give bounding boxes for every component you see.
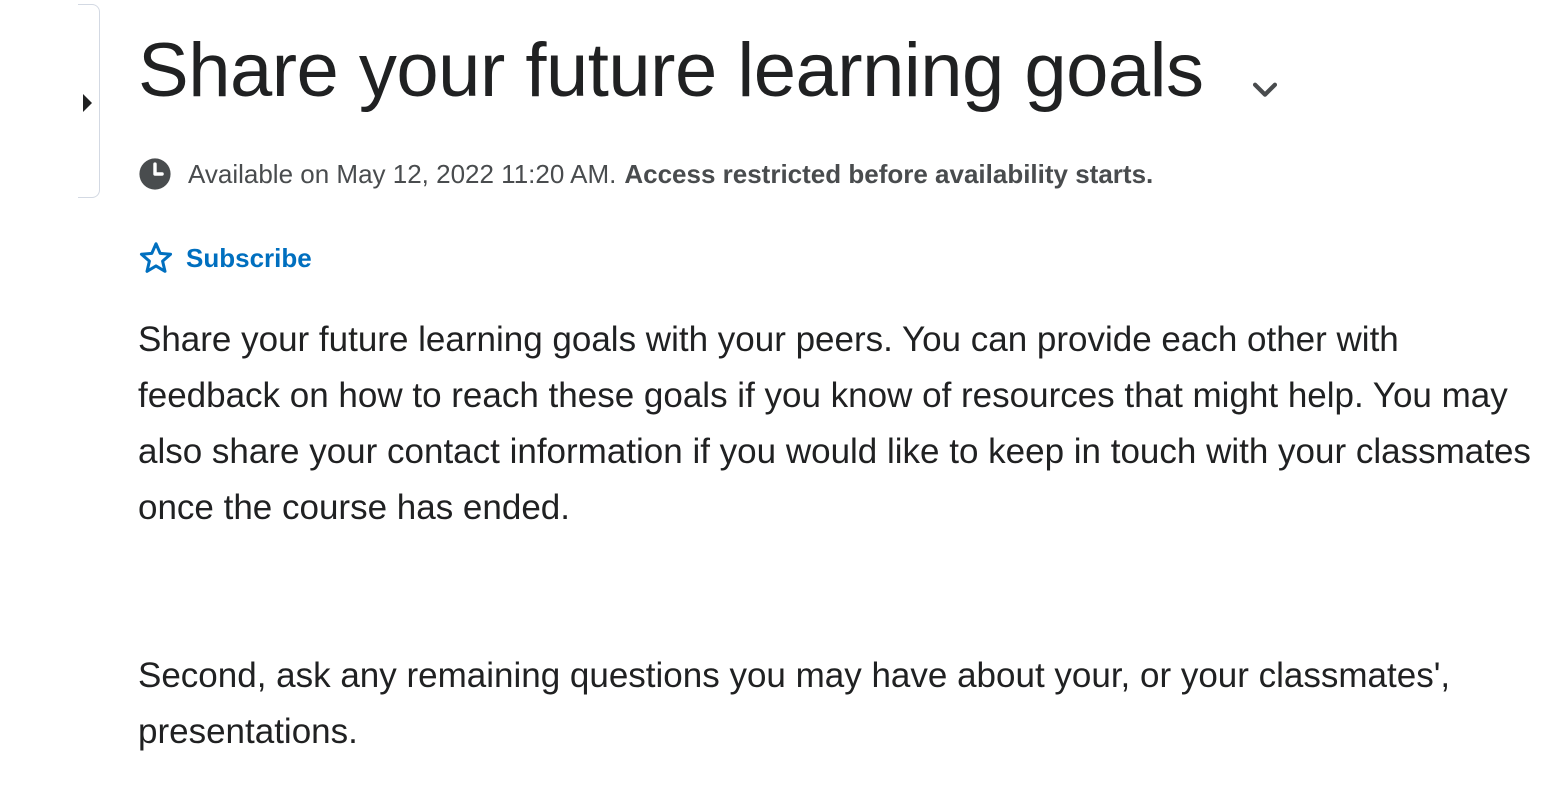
clock-icon [139,158,171,190]
caret-right-icon [83,94,92,112]
availability-info: Available on May 12, 2022 11:20 AM. Acce… [138,154,1153,194]
subscribe-label: Subscribe [186,242,312,273]
description-paragraph: Second, ask any remaining questions you … [138,656,1451,751]
side-panel-toggle[interactable] [78,4,100,198]
topic-description: Share your future learning goals with yo… [138,312,1538,760]
topic-page: Share your future learning goals Availab… [0,0,1556,794]
title-row: Share your future learning goals [138,24,1282,124]
chevron-down-icon[interactable] [1248,72,1282,106]
description-paragraph: Share your future learning goals with yo… [138,320,1531,527]
availability-text: Available on May 12, 2022 11:20 AM. [188,159,617,189]
availability-restriction: Access restricted before availability st… [624,159,1154,189]
page-title: Share your future learning goals [138,28,1204,113]
star-outline-icon [139,242,173,273]
subscribe-button[interactable]: Subscribe [138,240,312,276]
